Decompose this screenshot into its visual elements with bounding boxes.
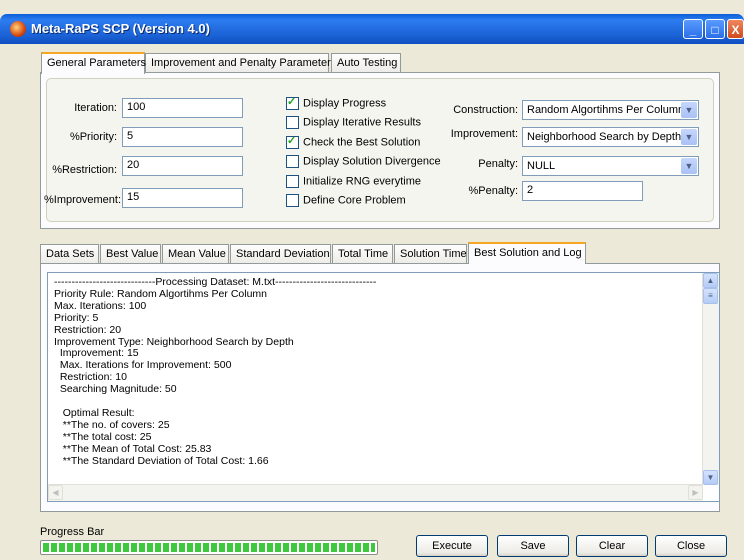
penalty-value: NULL	[527, 160, 556, 172]
improvement-label: %Improvement:	[44, 194, 122, 206]
restriction-field[interactable]: 20	[122, 156, 243, 176]
construction-value: Random Algortihms Per Column	[527, 104, 685, 116]
define-core-problem-checkbox[interactable]: Define Core Problem	[286, 194, 406, 210]
progress-bar	[40, 540, 378, 555]
title-bar: Meta-RaPS SCP (Version 4.0) _ □ X	[0, 14, 744, 44]
improvement-type-value: Neighborhood Search by Depth	[527, 131, 682, 143]
maximize-button[interactable]: □	[705, 19, 725, 39]
tab-best-solution-log[interactable]: Best Solution and Log	[468, 242, 586, 264]
construction-label: Construction:	[453, 104, 518, 116]
log-line: Max. Iterations for Improvement: 500	[54, 359, 232, 372]
log-line: **The total cost: 25	[54, 430, 152, 443]
tab-data-sets[interactable]: Data Sets	[40, 244, 99, 264]
chevron-down-icon[interactable]: ▼	[681, 102, 697, 118]
log-line: **The Standard Deviation of Total Cost: …	[54, 454, 269, 467]
scroll-left-icon[interactable]: ◀	[48, 485, 63, 500]
log-line: Max. Iterations: 100	[54, 299, 147, 312]
display-iterative-results-checkbox[interactable]: Display Iterative Results	[286, 116, 421, 132]
restriction-label: %Restriction:	[52, 164, 117, 176]
checkbox-box	[286, 194, 299, 207]
scroll-down-icon[interactable]: ▼	[703, 470, 718, 485]
log-line: Priority: 5	[54, 311, 99, 324]
checkbox-box	[286, 175, 299, 188]
checkbox-box	[286, 95, 299, 110]
checkbox-label: Display Iterative Results	[303, 116, 421, 129]
scroll-up-icon[interactable]: ▲	[703, 273, 718, 288]
progress-label: Progress Bar	[40, 526, 105, 538]
chevron-down-icon[interactable]: ▼	[681, 158, 697, 174]
clear-button[interactable]: Clear	[576, 535, 648, 557]
close-icon: X	[731, 23, 740, 37]
execute-button[interactable]: Execute	[416, 535, 488, 557]
checkbox-label: Display Solution Divergence	[303, 155, 441, 168]
pct-penalty-field[interactable]: 2	[522, 181, 643, 201]
penalty-label: Penalty:	[478, 158, 518, 170]
display-solution-divergence-checkbox[interactable]: Display Solution Divergence	[286, 155, 441, 171]
improvement-type-label: Improvement:	[450, 128, 518, 140]
horizontal-scrollbar[interactable]: ◀ ▶	[48, 484, 703, 501]
log-line: Improvement Type: Neighborhood Search by…	[54, 335, 294, 348]
vertical-scrollbar[interactable]: ▲ ≡ ▼	[702, 273, 719, 485]
checkbox-label: Define Core Problem	[303, 194, 406, 207]
check-best-solution-checkbox[interactable]: Check the Best Solution	[286, 134, 421, 152]
minimize-icon: _	[689, 23, 697, 37]
tab-improvement-penalty[interactable]: Improvement and Penalty Parameters	[145, 53, 336, 73]
scroll-thumb[interactable]: ≡	[703, 288, 718, 304]
progress-fill	[43, 543, 375, 552]
close-window-button[interactable]: X	[727, 19, 744, 39]
priority-field[interactable]: 5	[122, 127, 243, 147]
iteration-field[interactable]: 100	[122, 98, 243, 118]
log-line: **The no. of covers: 25	[54, 418, 170, 431]
tab-mean-value[interactable]: Mean Value	[162, 244, 229, 264]
checkbox-box	[286, 116, 299, 129]
display-progress-checkbox[interactable]: Display Progress	[286, 95, 387, 113]
iteration-label: Iteration:	[74, 102, 117, 114]
scroll-right-icon[interactable]: ▶	[688, 485, 703, 500]
log-line: Restriction: 20	[54, 323, 122, 336]
tab-standard-deviation[interactable]: Standard Deviation	[230, 244, 331, 264]
log-line: Searching Magnitude: 50	[54, 383, 177, 396]
log-textarea[interactable]: -----------------------------Processing …	[47, 272, 720, 502]
pct-penalty-label: %Penalty:	[468, 185, 518, 197]
tab-best-value[interactable]: Best Value	[100, 244, 161, 264]
construction-select[interactable]: Random Algortihms Per Column ▼	[522, 100, 699, 120]
save-button[interactable]: Save	[497, 535, 569, 557]
chevron-down-icon[interactable]: ▼	[681, 129, 697, 145]
tab-total-time[interactable]: Total Time	[332, 244, 393, 264]
tab-auto-testing[interactable]: Auto Testing	[331, 53, 401, 73]
checkbox-box	[286, 155, 299, 168]
checkbox-box	[286, 134, 299, 149]
priority-label: %Priority:	[69, 131, 117, 143]
log-line: Priority Rule: Random Algortihms Per Col…	[54, 287, 267, 300]
improvement-select[interactable]: Neighborhood Search by Depth ▼	[522, 127, 699, 147]
minimize-button[interactable]: _	[683, 19, 703, 39]
initialize-rng-checkbox[interactable]: Initialize RNG everytime	[286, 175, 421, 191]
window-title: Meta-RaPS SCP (Version 4.0)	[31, 21, 210, 36]
checkbox-label: Initialize RNG everytime	[303, 175, 421, 188]
log-line: **The Mean of Total Cost: 25.83	[54, 442, 212, 455]
penalty-select[interactable]: NULL ▼	[522, 156, 699, 176]
improvement-field[interactable]: 15	[122, 188, 243, 208]
main-window: Meta-RaPS SCP (Version 4.0) _ □ X Genera…	[0, 0, 744, 560]
app-icon	[10, 21, 26, 37]
maximize-icon: □	[711, 23, 719, 37]
checkbox-label: Check the Best Solution	[303, 136, 421, 149]
log-content: -----------------------------Processing …	[48, 273, 719, 468]
close-button[interactable]: Close	[655, 535, 727, 557]
checkbox-label: Display Progress	[303, 97, 387, 110]
tab-general-parameters[interactable]: General Parameters	[41, 52, 146, 74]
tab-solution-time[interactable]: Solution Time	[394, 244, 467, 264]
